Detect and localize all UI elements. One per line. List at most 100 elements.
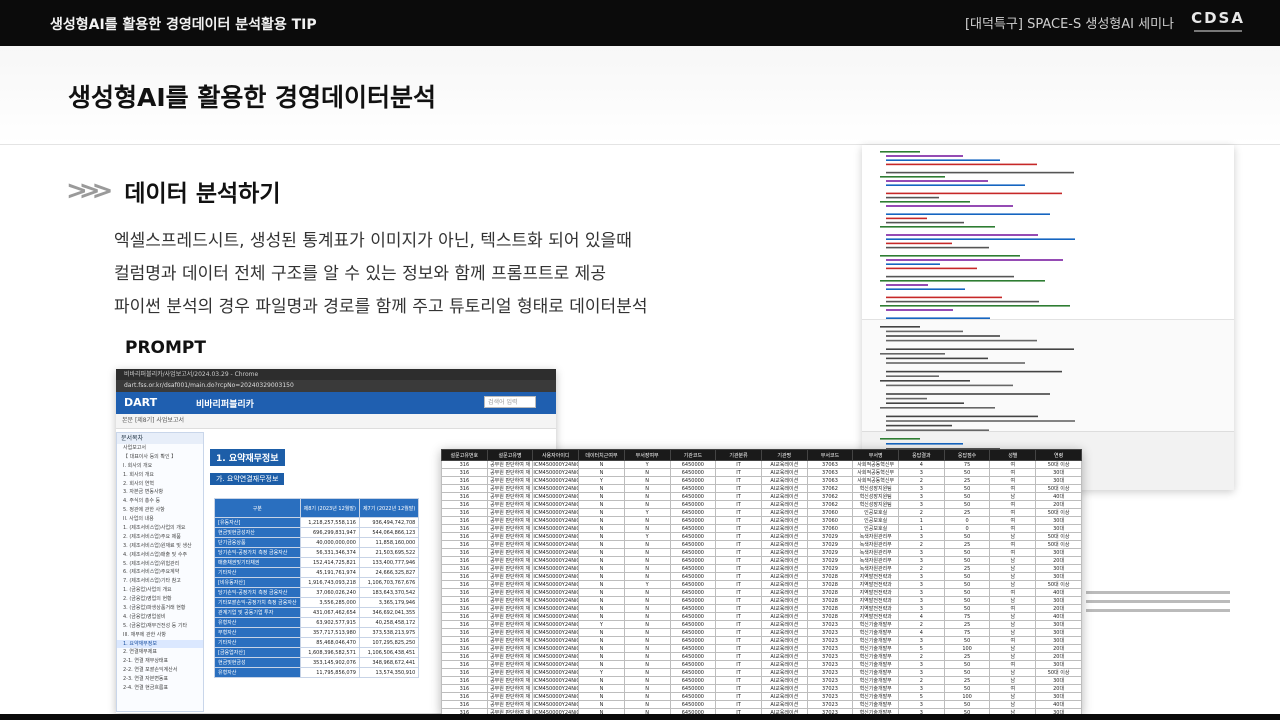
report-select[interactable]: 본문 [제8기] 사업보고서 <box>116 414 556 429</box>
table-row: 316공무원 판단하여 재ICM450000Y24Ni0000NN6450000… <box>441 700 1082 709</box>
table-cell: 지역발전전략과 <box>852 612 900 621</box>
table-cell: 공무원 판단하여 재 <box>486 612 534 621</box>
toc-item[interactable]: 2-1. 연결 재무상태표 <box>117 657 203 666</box>
toc-item[interactable]: 4. (금융업)영업설비 <box>117 613 203 622</box>
table-cell: 20대 <box>1035 652 1082 661</box>
table-cell: IT <box>715 604 762 613</box>
toc-item[interactable]: 3. 자본금 변동사항 <box>117 488 203 497</box>
toc-item[interactable]: 7. (제조서비스업)기타 참고 <box>117 577 203 586</box>
toc-item[interactable]: 6. (제조서비스업)주요계약 <box>117 568 203 577</box>
table-cell: N <box>623 684 671 693</box>
table-cell: 공무원 판단하여 재 <box>486 556 534 565</box>
table-cell: 3 <box>898 668 945 677</box>
toc-item[interactable]: 4. (제조서비스업)매출 및 수주 <box>117 551 203 560</box>
table-cell: 316 <box>441 548 488 557</box>
table-cell: 공무원 판단하여 재 <box>486 492 534 501</box>
table-cell: 6450000 <box>669 612 717 621</box>
code-line <box>886 221 964 224</box>
toc-item[interactable]: 2. (금융업)영업의 현황 <box>117 595 203 604</box>
table-cell: N <box>578 468 625 477</box>
code-line <box>886 171 1074 174</box>
table-cell: AI교육레이션 <box>760 460 808 469</box>
table-cell: N <box>578 492 625 501</box>
toc-item[interactable]: II. 사업의 내용 <box>117 515 203 524</box>
table-cell: ICM450000Y24Ni0000 <box>532 628 580 637</box>
table-cell: 6450000 <box>669 508 717 517</box>
code-line <box>886 375 939 377</box>
toc-title: 문서목차 <box>117 433 203 444</box>
table-cell: 37023 <box>806 636 854 645</box>
logo-underline <box>1194 30 1242 32</box>
table-cell: 공무원 판단하여 재 <box>486 700 534 709</box>
table-cell: N <box>578 652 625 661</box>
fin-label-cell: 기타자산 <box>214 637 301 648</box>
table-cell: 37028 <box>806 572 854 581</box>
toc-item[interactable]: 1. 회사의 개요 <box>117 471 203 480</box>
toc-item[interactable]: 1. (금융업)사업의 개요 <box>117 586 203 595</box>
table-cell: 50 <box>943 636 991 645</box>
toc-item[interactable]: 5. 정관에 관한 사항 <box>117 506 203 515</box>
table-cell: 30대 <box>1035 596 1082 605</box>
column-header: 부서코드 <box>806 449 854 461</box>
fin-label-cell: 매출채권및기타채권 <box>214 557 301 568</box>
table-cell: 여 <box>989 548 1037 557</box>
fin-label-cell: [금융업자산] <box>214 647 301 658</box>
toc-item[interactable]: 사업보고서 <box>117 444 203 453</box>
table-row: 316공무원 판단하여 재ICM450000Y24Ni0000NN6450000… <box>441 492 1082 501</box>
table-cell: 6450000 <box>669 644 717 653</box>
code-line <box>886 234 1038 236</box>
toc-item[interactable]: 2-4. 연결 현금흐름표 <box>117 684 203 693</box>
toc-item[interactable]: III. 재무에 관한 사항 <box>117 631 203 640</box>
table-cell: 6450000 <box>669 524 717 533</box>
toc-item[interactable]: 3. (제조서비스업)원재료 및 생산 <box>117 542 203 551</box>
table-cell: N <box>578 676 625 685</box>
table-cell: 50 <box>943 556 991 565</box>
table-cell: 2 <box>898 564 945 573</box>
table-cell: 50 <box>943 572 991 581</box>
toc-item[interactable]: 3. (금융업)파생상품거래 현황 <box>117 604 203 613</box>
toc-item[interactable]: I. 회사의 개요 <box>117 462 203 471</box>
table-cell: 6450000 <box>669 548 717 557</box>
body-line: 파이썬 분석의 경우 파일명과 경로를 함께 주고 튜토리얼 형태로 데이터분석 <box>114 297 648 317</box>
table-cell: 3 <box>898 548 945 557</box>
table-cell: N <box>578 588 625 597</box>
table-cell: 지역발전전략과 <box>852 580 900 589</box>
table-cell: 공무원 판단하여 재 <box>486 644 534 653</box>
table-cell: N <box>623 692 671 701</box>
toc-item[interactable]: 【 대표이사 등의 확인 】 <box>117 453 203 462</box>
table-cell: AI교육레이션 <box>760 628 808 637</box>
toc-item[interactable]: 1. (제조서비스업)사업의 개요 <box>117 524 203 533</box>
table-cell: IT <box>715 700 762 709</box>
table-cell: IT <box>715 564 762 573</box>
table-cell: N <box>623 644 671 653</box>
section-title: 데이터 분석하기 <box>124 181 281 207</box>
toc-item[interactable]: 2-2. 연결 포괄손익계산서 <box>117 666 203 675</box>
toc-item[interactable]: 5. (제조서비스업)위험관리 <box>117 560 203 569</box>
table-cell: 공무원 판단하여 재 <box>486 468 534 477</box>
presentation-title: 생성형AI를 활용한 경영데이터 분석활용 TIP <box>50 17 317 33</box>
toc-item[interactable]: 1. 요약재무정보 <box>117 639 203 649</box>
toc-item[interactable]: 2. (제조서비스업)주요 제품 <box>117 533 203 542</box>
table-cell: AI교육레이션 <box>760 484 808 493</box>
logo-text: CDSA <box>1191 9 1245 27</box>
table-cell: 316 <box>441 652 488 661</box>
toc-item[interactable]: 2-3. 연결 자본변동표 <box>117 675 203 684</box>
table-cell: IT <box>715 500 762 509</box>
toc-item[interactable]: 5. (금융업)재무건전성 등 기타 <box>117 622 203 631</box>
toc-item[interactable]: 4. 주식의 총수 등 <box>117 497 203 506</box>
table-cell: 혁신기술개발부 <box>852 644 900 653</box>
table-cell: 공무원 판단하여 재 <box>486 476 534 485</box>
table-cell: 37062 <box>806 484 854 493</box>
toc-item[interactable]: 2. 회사의 연혁 <box>117 480 203 489</box>
table-cell: 공무원 판단하여 재 <box>486 628 534 637</box>
table-cell: AI교육레이션 <box>760 692 808 701</box>
table-cell: AI교육레이션 <box>760 684 808 693</box>
table-cell: 316 <box>441 676 488 685</box>
table-cell: 공무원 판단하여 재 <box>486 516 534 525</box>
table-cell: 50대 이상 <box>1035 532 1082 541</box>
toc-item[interactable]: 2. 연결재무제표 <box>117 648 203 657</box>
search-input[interactable]: 검색어 입력 <box>484 396 536 408</box>
code-line <box>886 213 1050 215</box>
table-cell: 공무원 판단하여 재 <box>486 532 534 541</box>
column-header: 설문고유명 <box>486 449 534 461</box>
